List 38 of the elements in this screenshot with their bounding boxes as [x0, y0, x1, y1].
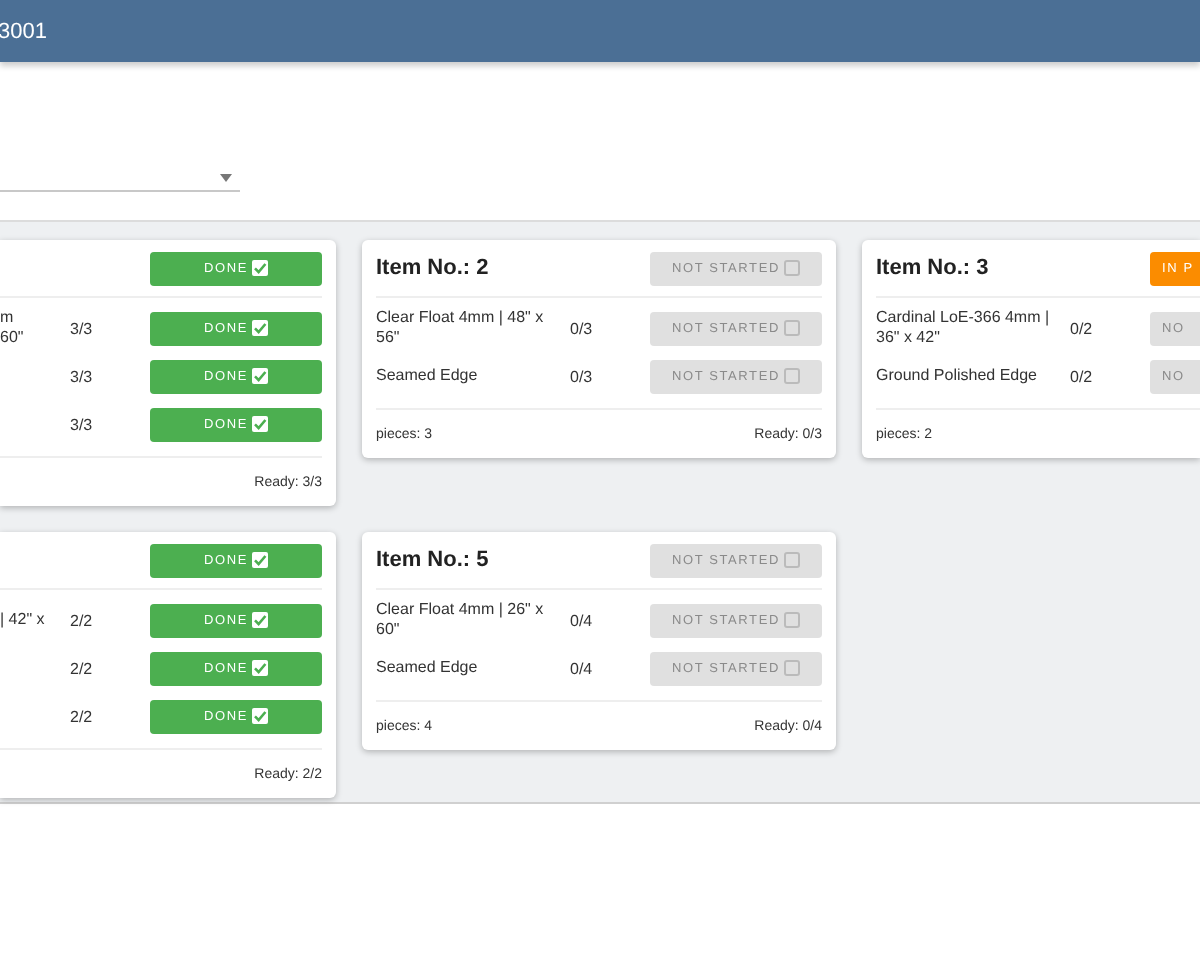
- checked-box-icon: [251, 612, 268, 628]
- item-name: Cardinal LoE-366 4mm | 36" x 42": [876, 308, 1052, 348]
- checked-box-icon: [251, 708, 268, 724]
- item-count: 2/2: [70, 659, 95, 677]
- item-count: 0/3: [570, 367, 595, 385]
- checked-box-icon: [251, 660, 268, 676]
- empty-box-icon: [783, 552, 800, 568]
- checked-box-icon: [251, 416, 268, 432]
- checked-box-icon: [251, 368, 268, 384]
- item-count: 3/3: [70, 367, 95, 385]
- item-name: Ground Polished Edge: [876, 366, 1039, 386]
- item-count: 0/4: [570, 611, 595, 629]
- item-count: 2/2: [70, 707, 95, 725]
- item-name: Clear Float 4mm | 48" x 56": [376, 308, 546, 348]
- caret-icon: [220, 173, 232, 181]
- item-name: | 42" x: [0, 610, 47, 630]
- checked-box-icon: [251, 260, 268, 276]
- item-count: 3/3: [70, 415, 95, 433]
- item-count: 3/3: [70, 319, 95, 337]
- item-title: Item No.: 3: [876, 256, 989, 280]
- item-name: Seamed Edge: [376, 366, 480, 386]
- item-count: 0/2: [1070, 319, 1095, 337]
- empty-box-icon: [783, 612, 800, 628]
- item-count: 0/4: [570, 659, 595, 677]
- item-title: Item No.: 5: [376, 548, 489, 572]
- empty-box-icon: [783, 260, 800, 276]
- item-name: m 60": [0, 308, 26, 348]
- checked-box-icon: [251, 552, 268, 568]
- item-count: 2/2: [70, 611, 95, 629]
- item-name: Seamed Edge: [376, 658, 480, 678]
- empty-box-icon: [783, 660, 800, 676]
- item-name: Clear Float 4mm | 26" x 60": [376, 600, 546, 640]
- item-title: Item No.: 2: [376, 256, 489, 280]
- checked-box-icon: [251, 320, 268, 336]
- empty-box-icon: [783, 320, 800, 336]
- item-count: 0/2: [1070, 367, 1095, 385]
- item-count: 0/3: [570, 319, 595, 337]
- empty-box-icon: [783, 368, 800, 384]
